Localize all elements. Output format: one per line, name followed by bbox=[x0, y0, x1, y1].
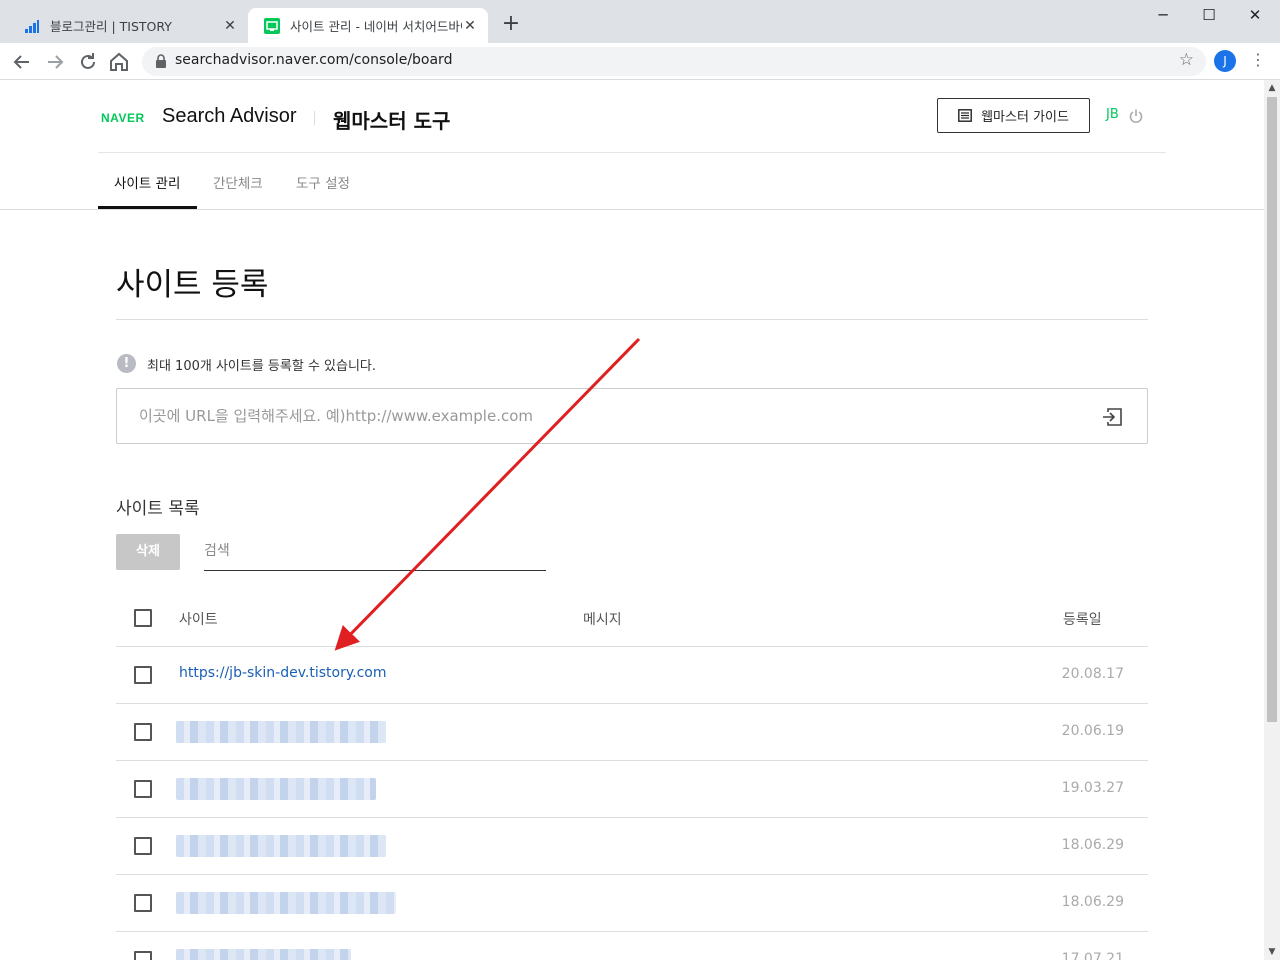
back-icon[interactable] bbox=[10, 50, 34, 74]
row-checkbox[interactable] bbox=[134, 723, 152, 741]
guide-button-label: 웹마스터 가이드 bbox=[981, 110, 1069, 125]
tab-quick-check[interactable]: 간단체크 bbox=[213, 172, 263, 192]
registered-date: 20.06.19 bbox=[1061, 723, 1124, 739]
naver-logo[interactable]: NAVER bbox=[101, 111, 145, 125]
table-row: https://jb-skin-dev.tistory.com 20.08.17 bbox=[116, 647, 1148, 704]
scroll-down-arrow-icon[interactable]: ▼ bbox=[1264, 944, 1280, 960]
delete-button[interactable]: 삭제 bbox=[116, 534, 180, 570]
browser-menu-icon[interactable]: ⋮ bbox=[1250, 48, 1266, 72]
registered-date: 18.06.29 bbox=[1061, 894, 1124, 910]
blurred-site-link[interactable] bbox=[176, 835, 386, 857]
table-row: 20.06.19 bbox=[116, 704, 1148, 761]
site-list-title: 사이트 목록 bbox=[116, 499, 200, 519]
site-search-box bbox=[204, 534, 546, 571]
column-registered-date: 등록일 bbox=[1063, 612, 1102, 628]
table-row: 18.06.29 bbox=[116, 875, 1148, 932]
notice-text: 최대 100개 사이트를 등록할 수 있습니다. bbox=[147, 359, 377, 374]
info-icon: ! bbox=[117, 354, 136, 373]
table-row: 17.07.21 bbox=[116, 932, 1148, 960]
page-title: 사이트 등록 bbox=[116, 267, 269, 303]
close-tab-icon[interactable]: ✕ bbox=[462, 18, 478, 34]
row-checkbox[interactable] bbox=[134, 780, 152, 798]
table-row: 19.03.27 bbox=[116, 761, 1148, 818]
tab-title: 사이트 관리 - 네이버 서치어드바이저 bbox=[290, 19, 462, 34]
user-initials[interactable]: JB bbox=[1106, 107, 1119, 122]
tab-site-management[interactable]: 사이트 관리 bbox=[114, 172, 180, 192]
tab-tistory[interactable]: 블로그관리 | TISTORY ✕ bbox=[8, 8, 248, 43]
webmaster-tools-title[interactable]: 웹마스터 도구 bbox=[333, 105, 450, 134]
blurred-site-link[interactable] bbox=[176, 892, 396, 914]
registered-date: 19.03.27 bbox=[1061, 780, 1124, 796]
column-site: 사이트 bbox=[179, 612, 218, 628]
site-search-input[interactable] bbox=[204, 534, 546, 568]
forward-icon[interactable] bbox=[43, 50, 67, 74]
browser-toolbar: searchadvisor.naver.com/console/board ☆ bbox=[0, 43, 1280, 80]
tab-title: 블로그관리 | TISTORY bbox=[50, 19, 172, 34]
column-message: 메시지 bbox=[583, 612, 622, 628]
search-advisor-favicon-icon bbox=[264, 17, 280, 34]
minimize-button[interactable]: ─ bbox=[1140, 4, 1186, 28]
row-checkbox[interactable] bbox=[134, 666, 152, 684]
logo-divider bbox=[314, 111, 315, 125]
row-checkbox[interactable] bbox=[134, 951, 152, 960]
main-navigation: 사이트 관리 간단체크 도구 설정 bbox=[98, 153, 1166, 209]
reload-icon[interactable] bbox=[76, 50, 100, 74]
table-row: 18.06.29 bbox=[116, 818, 1148, 875]
row-checkbox[interactable] bbox=[134, 837, 152, 855]
logout-power-icon[interactable] bbox=[1128, 108, 1144, 124]
profile-avatar[interactable]: J bbox=[1214, 50, 1236, 72]
address-bar[interactable]: searchadvisor.naver.com/console/board ☆ bbox=[142, 47, 1206, 76]
title-divider bbox=[116, 319, 1148, 320]
bookmark-star-icon[interactable]: ☆ bbox=[1179, 50, 1194, 70]
maximize-button[interactable]: ☐ bbox=[1186, 4, 1232, 28]
search-advisor-logo[interactable]: Search Advisor bbox=[162, 105, 297, 128]
guide-book-icon bbox=[958, 109, 972, 122]
scroll-up-arrow-icon[interactable]: ▲ bbox=[1264, 80, 1280, 96]
tistory-favicon-icon bbox=[25, 19, 39, 33]
tab-bar: 블로그관리 | TISTORY ✕ 사이트 관리 - 네이버 서치어드바이저 ✕… bbox=[0, 0, 1280, 43]
url-text: searchadvisor.naver.com/console/board bbox=[175, 52, 453, 68]
tab-search-advisor[interactable]: 사이트 관리 - 네이버 서치어드바이저 ✕ bbox=[248, 8, 488, 43]
select-all-checkbox[interactable] bbox=[134, 609, 152, 627]
page-scrollbar[interactable]: ▲ ▼ bbox=[1264, 80, 1280, 960]
page-viewport: NAVER Search Advisor 웹마스터 도구 웹마스터 가이드 JB… bbox=[0, 80, 1264, 960]
table-header: 사이트 메시지 등록일 bbox=[116, 590, 1148, 647]
new-tab-button[interactable]: + bbox=[500, 13, 522, 37]
home-icon[interactable] bbox=[107, 50, 131, 74]
submit-url-icon[interactable] bbox=[1101, 407, 1123, 427]
blurred-site-link[interactable] bbox=[176, 778, 376, 800]
close-window-button[interactable]: ✕ bbox=[1232, 4, 1278, 28]
blurred-site-link[interactable] bbox=[176, 949, 351, 960]
lock-icon bbox=[156, 54, 166, 68]
registered-date: 18.06.29 bbox=[1061, 837, 1124, 853]
close-tab-icon[interactable]: ✕ bbox=[222, 18, 238, 34]
scroll-thumb[interactable] bbox=[1267, 97, 1277, 722]
registered-date: 20.08.17 bbox=[1061, 666, 1124, 682]
site-link[interactable]: https://jb-skin-dev.tistory.com bbox=[179, 665, 387, 681]
url-input[interactable] bbox=[139, 403, 1079, 429]
nav-divider bbox=[0, 209, 1264, 210]
webmaster-guide-button[interactable]: 웹마스터 가이드 bbox=[937, 98, 1090, 133]
url-input-box bbox=[116, 388, 1148, 444]
blurred-site-link[interactable] bbox=[176, 721, 386, 743]
row-checkbox[interactable] bbox=[134, 894, 152, 912]
tab-tool-settings[interactable]: 도구 설정 bbox=[296, 172, 350, 192]
site-header: NAVER Search Advisor 웹마스터 도구 웹마스터 가이드 JB bbox=[98, 80, 1166, 153]
site-table: 사이트 메시지 등록일 https://jb-skin-dev.tistory.… bbox=[116, 590, 1148, 960]
registered-date: 17.07.21 bbox=[1061, 951, 1124, 960]
